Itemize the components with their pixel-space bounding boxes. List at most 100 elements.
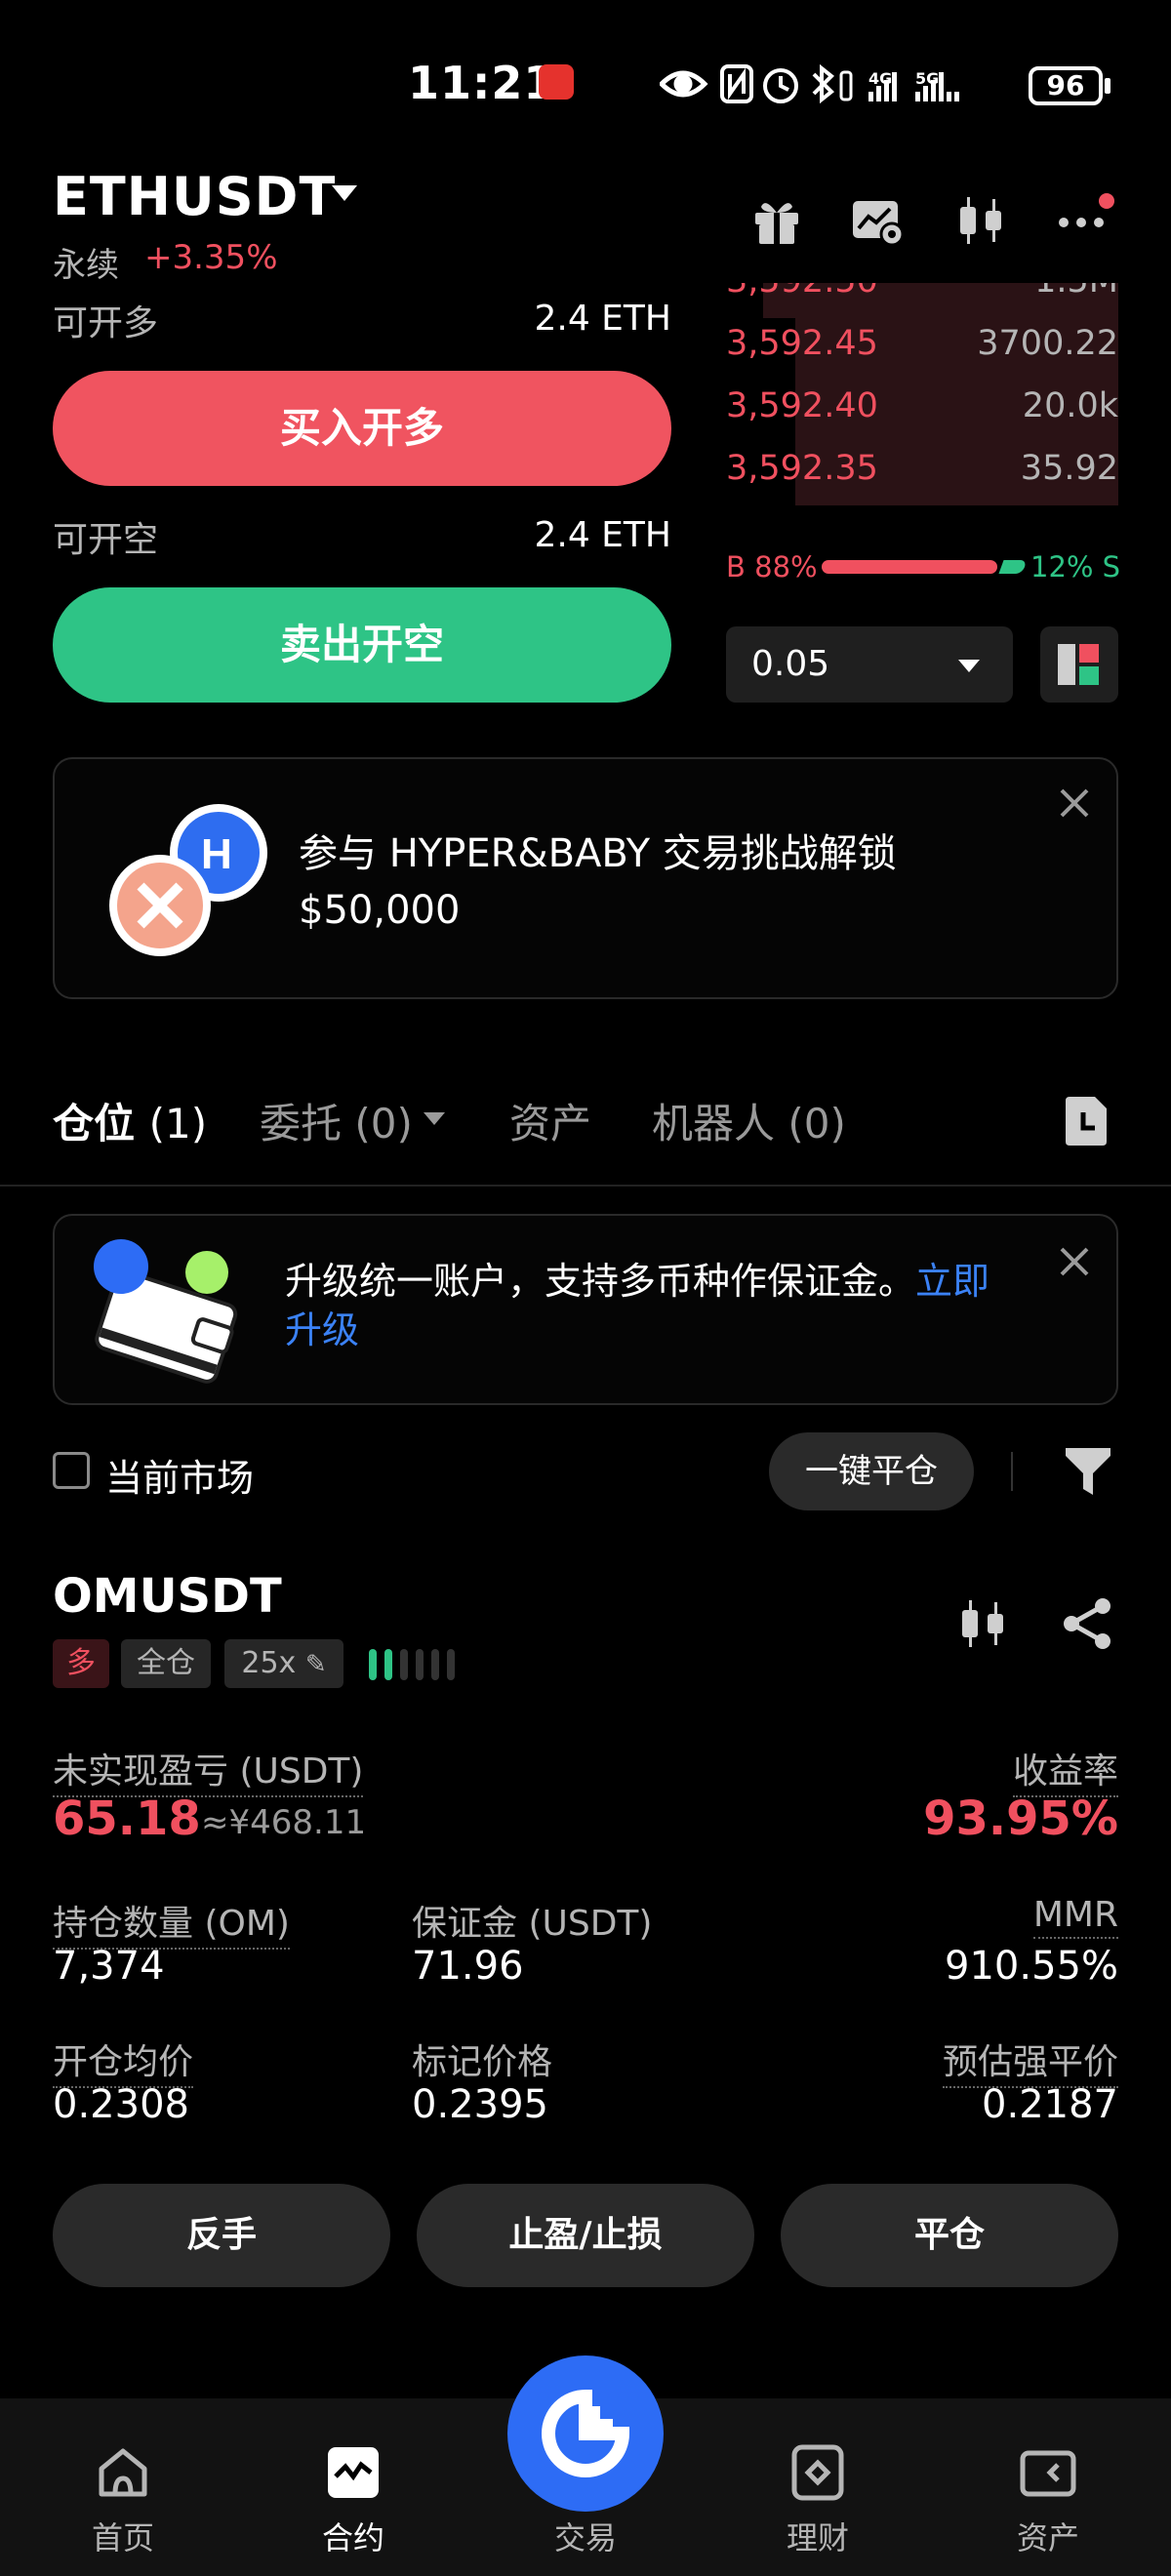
earn-icon[interactable] bbox=[788, 2443, 847, 2502]
nfc-icon bbox=[720, 64, 753, 103]
upgrade-message: 升级统一账户，支持多币种作保证金。 bbox=[285, 1260, 916, 1303]
order-book-row[interactable]: 3,592.35 35.92 bbox=[724, 443, 1118, 505]
can-long-label: 可开多 bbox=[53, 303, 159, 343]
close-icon[interactable] bbox=[1058, 1245, 1091, 1278]
order-book-row[interactable]: 3,592.50 1.5M bbox=[724, 283, 1118, 318]
tab-orders-count: (0) bbox=[354, 1100, 413, 1147]
qty-step-value: 0.05 bbox=[751, 644, 830, 684]
chart-settings-icon[interactable] bbox=[851, 193, 906, 248]
trade-fab-button[interactable] bbox=[507, 2355, 664, 2512]
candlestick-icon[interactable] bbox=[956, 1596, 1011, 1655]
position-symbol[interactable]: OMUSDT bbox=[53, 1569, 282, 1624]
promo-line-2: $50,000 bbox=[299, 888, 461, 933]
ask-price: 3,592.45 bbox=[726, 324, 878, 363]
pair-selector[interactable]: ETHUSDT bbox=[53, 166, 336, 227]
promo-coins-icon: H bbox=[107, 798, 273, 968]
futures-icon[interactable] bbox=[324, 2443, 383, 2502]
leverage-badge[interactable]: 25x ✎ bbox=[224, 1639, 343, 1688]
ask-qty: 3700.22 bbox=[977, 324, 1118, 363]
buy-ratio: B 88% bbox=[726, 550, 818, 584]
tab-positions-label: 仓位 bbox=[53, 1100, 136, 1147]
tab-positions-count: (1) bbox=[148, 1100, 208, 1147]
ask-price: 3,592.50 bbox=[726, 283, 878, 301]
entry-price-value: 0.2308 bbox=[53, 2082, 189, 2127]
candlestick-icon[interactable] bbox=[954, 193, 1009, 248]
order-book: 3,592.50 1.5M 3,592.45 3700.22 3,592.40 … bbox=[724, 283, 1118, 507]
margin-mode-badge[interactable]: 全仓 bbox=[121, 1639, 211, 1688]
chevron-down-icon[interactable] bbox=[424, 1112, 445, 1125]
order-book-row[interactable]: 3,592.45 3700.22 bbox=[724, 318, 1118, 381]
position-size-label[interactable]: 持仓数量 (OM) bbox=[53, 1895, 290, 1950]
liq-price-value: 0.2187 bbox=[982, 2082, 1118, 2127]
alarm-icon bbox=[763, 68, 798, 103]
nav-futures[interactable]: 合约 bbox=[275, 2514, 431, 2558]
market-type: 永续 bbox=[53, 246, 119, 285]
filter-icon[interactable] bbox=[1064, 1444, 1112, 1499]
filter-divider bbox=[1011, 1452, 1013, 1491]
tab-orders[interactable]: 委托 (0) bbox=[260, 1091, 413, 1150]
ask-qty: 35.92 bbox=[1020, 449, 1118, 488]
upgrade-link[interactable]: 立即 bbox=[915, 1260, 989, 1303]
tabs-divider bbox=[0, 1185, 1171, 1187]
sell-ratio-bar bbox=[998, 560, 1028, 574]
position-size-value: 7,374 bbox=[53, 1944, 165, 1989]
unrealized-pnl-label[interactable]: 未实现盈亏 (USDT) bbox=[53, 1743, 364, 1797]
promo-text: 参与 HYPER&BABY 交易挑战解锁 $50,000 bbox=[299, 825, 1001, 939]
tab-assets[interactable]: 资产 bbox=[509, 1091, 591, 1150]
tpsl-button[interactable]: 止盈/止损 bbox=[417, 2184, 754, 2287]
nav-assets[interactable]: 资产 bbox=[970, 2514, 1126, 2558]
close-icon[interactable] bbox=[1058, 786, 1091, 820]
history-icon[interactable] bbox=[1062, 1095, 1110, 1147]
entry-price-label[interactable]: 开仓均价 bbox=[53, 2033, 194, 2088]
close-all-button[interactable]: 一键平仓 bbox=[769, 1432, 974, 1510]
roe-value: 93.95% bbox=[923, 1791, 1118, 1846]
tab-positions[interactable]: 仓位 (1) bbox=[53, 1091, 207, 1150]
ask-qty: 20.0k bbox=[1022, 386, 1118, 425]
ask-qty: 1.5M bbox=[1034, 283, 1118, 301]
gift-icon[interactable] bbox=[749, 193, 804, 248]
close-position-button[interactable]: 平仓 bbox=[781, 2184, 1118, 2287]
more-icon[interactable] bbox=[1056, 193, 1114, 248]
home-icon[interactable] bbox=[94, 2443, 152, 2502]
can-short-label: 可开空 bbox=[53, 520, 159, 560]
promo-line-1: 参与 HYPER&BABY 交易挑战解锁 bbox=[299, 831, 897, 876]
chevron-down-icon[interactable] bbox=[332, 185, 357, 201]
mmr-label[interactable]: MMR bbox=[1032, 1895, 1118, 1939]
ask-price: 3,592.40 bbox=[726, 386, 878, 425]
phone-signal-icon bbox=[839, 70, 853, 101]
book-layout-icon bbox=[1058, 644, 1099, 685]
nav-home[interactable]: 首页 bbox=[45, 2514, 201, 2558]
current-market-label[interactable]: 当前市场 bbox=[105, 1448, 254, 1502]
adl-indicator-bar bbox=[369, 1649, 377, 1680]
sell-short-button[interactable]: 卖出开空 bbox=[53, 587, 671, 703]
upgrade-link-cont[interactable]: 升级 bbox=[285, 1308, 359, 1351]
tab-bots-count: (0) bbox=[787, 1100, 846, 1147]
battery-tip bbox=[1105, 78, 1110, 94]
order-book-row[interactable]: 3,592.40 20.0k bbox=[724, 381, 1118, 443]
roe-label[interactable]: 收益率 bbox=[1012, 1743, 1118, 1797]
position-side-badge: 多 bbox=[53, 1639, 109, 1688]
adl-indicator-bar bbox=[431, 1649, 439, 1680]
mark-price-label: 标记价格 bbox=[412, 2042, 553, 2082]
reverse-button[interactable]: 反手 bbox=[53, 2184, 390, 2287]
battery-icon: 96 bbox=[1029, 66, 1103, 105]
nav-earn[interactable]: 理财 bbox=[740, 2514, 896, 2558]
adl-indicator-bar bbox=[416, 1649, 424, 1680]
price-change: +3.35% bbox=[144, 238, 278, 277]
nav-trade[interactable]: 交易 bbox=[507, 2514, 664, 2558]
unrealized-pnl-cny: ≈¥468.11 bbox=[201, 1803, 367, 1842]
book-layout-button[interactable] bbox=[1040, 626, 1118, 703]
mmr-value: 910.55% bbox=[945, 1944, 1118, 1989]
upgrade-text: 升级统一账户，支持多币种作保证金。立即升级 bbox=[285, 1257, 1046, 1354]
liq-price-label[interactable]: 预估强平价 bbox=[942, 2033, 1118, 2088]
share-icon[interactable] bbox=[1060, 1596, 1114, 1655]
tab-bots-label: 机器人 bbox=[652, 1100, 776, 1147]
edit-icon: ✎ bbox=[304, 1650, 327, 1679]
buy-long-button[interactable]: 买入开多 bbox=[53, 371, 671, 486]
wallet-nav-icon[interactable] bbox=[1019, 2443, 1077, 2502]
tab-bots[interactable]: 机器人 (0) bbox=[652, 1091, 846, 1150]
app-notification-icon bbox=[539, 64, 574, 100]
unrealized-pnl-value: 65.18 bbox=[53, 1791, 201, 1846]
current-market-checkbox[interactable] bbox=[53, 1452, 90, 1489]
adl-indicator-bar bbox=[384, 1649, 392, 1680]
